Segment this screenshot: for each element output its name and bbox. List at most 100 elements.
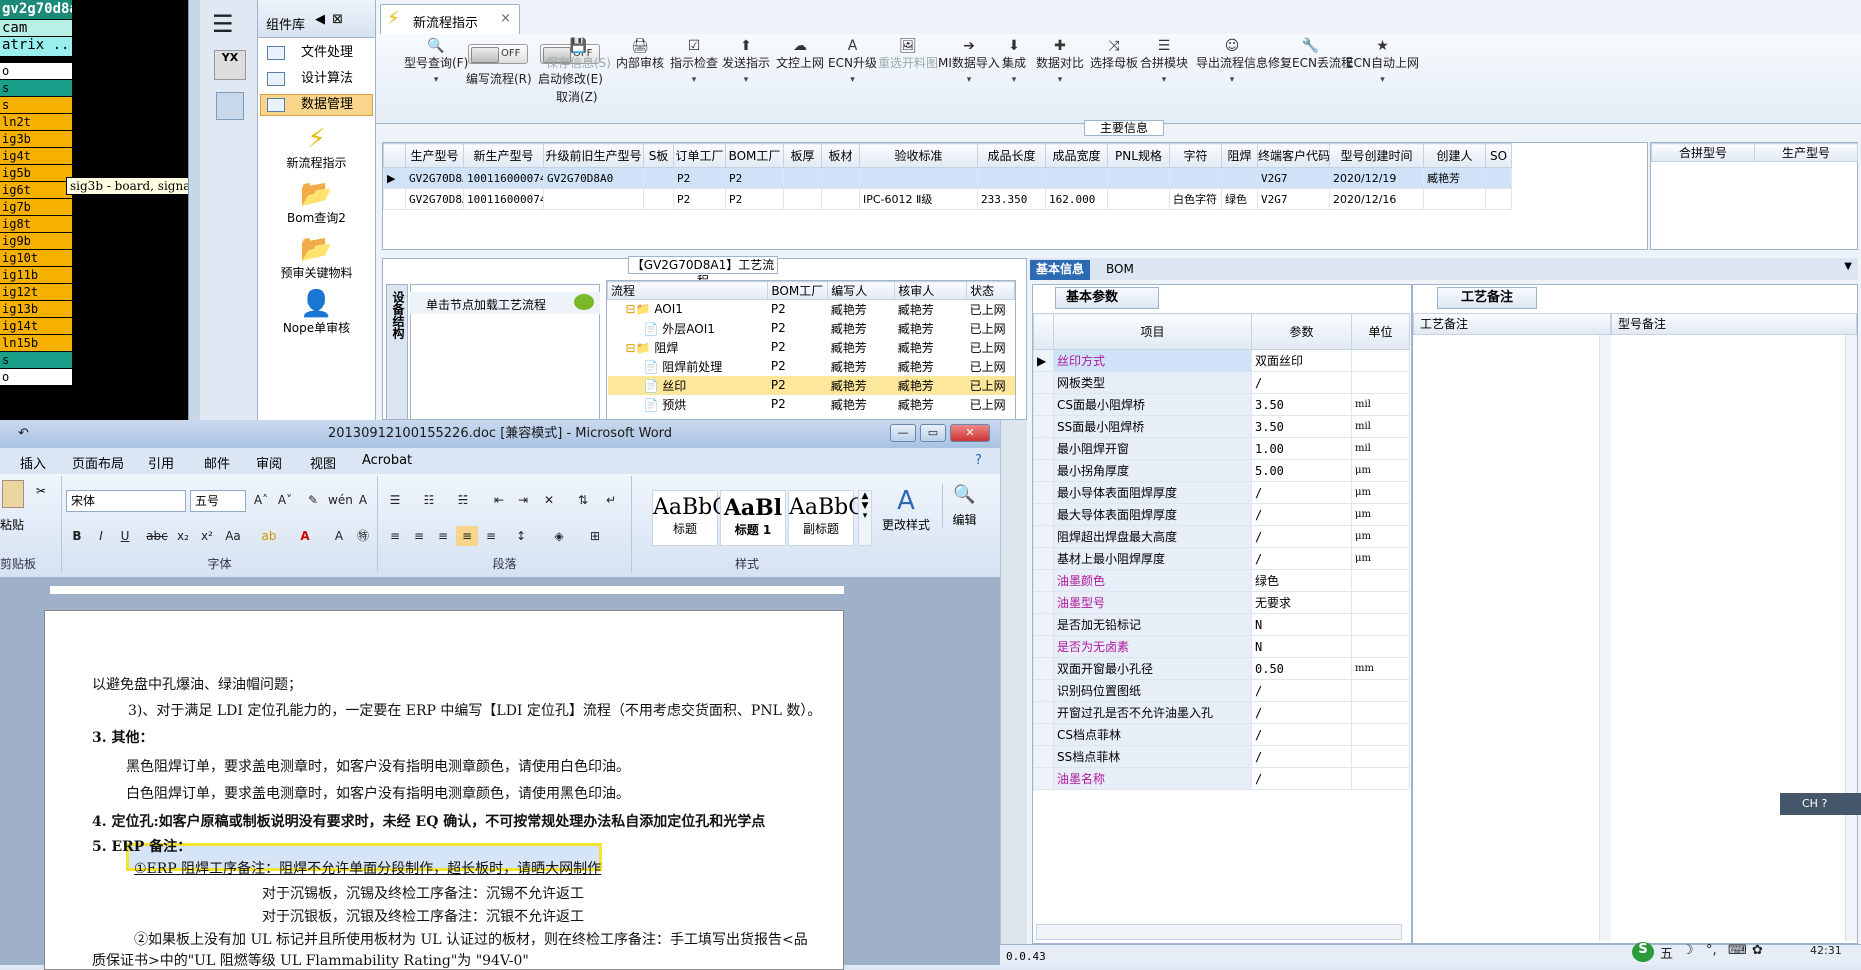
process-row[interactable]: ⊟📁 AOI1 P2 臧艳芳 臧艳芳 已上网	[608, 300, 1015, 319]
param-value[interactable]: /	[1251, 547, 1352, 570]
calculator-icon[interactable]	[216, 92, 244, 120]
menu-icon[interactable]: ☰	[212, 10, 234, 38]
process-row[interactable]: 📄 外层AOI1 P2 臧艳芳 臧艳芳 已上网	[608, 319, 1015, 338]
param-value[interactable]: 0.50	[1251, 657, 1352, 680]
grid-col[interactable]: 板厚	[783, 143, 822, 168]
row-selector[interactable]	[1033, 745, 1054, 768]
process-row[interactable]: 📄 阻焊前处理 P2 臧艳芳 臧艳芳 已上网	[608, 357, 1015, 376]
toolbar-button-0[interactable]: 🔍 型号查询(F) ▾	[404, 38, 468, 85]
row-selector[interactable]	[1033, 415, 1054, 438]
tab-basic-info[interactable]: 基本信息	[1030, 260, 1091, 280]
layer-item[interactable]: ig13b	[0, 301, 72, 318]
toolbar-button-11[interactable]: ⬇ 集成 ▾	[1002, 38, 1026, 85]
splitter[interactable]	[188, 0, 200, 420]
toolbar-button-12[interactable]: ✚ 数据对比 ▾	[1036, 38, 1084, 85]
layer-item[interactable]: ln15b	[0, 335, 72, 352]
undo-icon[interactable]: ↶	[18, 420, 29, 448]
complib-item-file[interactable]: 文件处理	[260, 42, 373, 64]
chevron-down-icon[interactable]: ▾	[670, 75, 718, 85]
font-color-button[interactable]: A	[294, 526, 316, 546]
shrink-font-button[interactable]: A˅	[274, 490, 296, 510]
param-value[interactable]: 1.00	[1251, 437, 1352, 460]
toolbar-button-14[interactable]: ☰ 合拼模块 ▾	[1140, 38, 1188, 85]
process-col[interactable]: 流程	[606, 281, 769, 300]
layer-item[interactable]: o	[0, 63, 72, 80]
complib-item-data[interactable]: 数据管理	[260, 94, 373, 116]
grow-font-button[interactable]: A˄	[250, 490, 272, 510]
help-icon[interactable]: ?	[1821, 797, 1827, 810]
doc-line[interactable]: ①ERP 阻焊工序备注：阻焊不允许单面分段制作，超长板时，请晒大网制作	[134, 858, 601, 878]
char-shade-button[interactable]: A	[328, 526, 350, 546]
params-col[interactable]: 项目	[1053, 313, 1252, 350]
layer-item[interactable]: ig9b	[0, 233, 72, 250]
chevron-down-icon[interactable]: ▼	[1844, 261, 1852, 272]
word-menu-2[interactable]: 引用	[148, 453, 174, 472]
param-value[interactable]: /	[1251, 723, 1352, 746]
param-value[interactable]: /	[1251, 503, 1352, 526]
nope-review-link[interactable]: 👤 Nope单审核	[258, 289, 375, 336]
layer-item[interactable]: ig4t	[0, 148, 72, 165]
grid-row[interactable]: GV2G70D8A010011600007434P2P2IPC-6012 Ⅱ级2…	[383, 188, 1512, 210]
sogou-icon[interactable]: S	[1632, 942, 1654, 962]
change-case-button[interactable]: Aa	[222, 526, 244, 546]
borders-button[interactable]: ⊞	[584, 526, 606, 546]
param-value[interactable]: 双面丝印	[1251, 349, 1352, 372]
row-selector[interactable]	[1033, 481, 1054, 504]
params-row[interactable]: 基材上最小阻焊厚度 / μm	[1033, 547, 1410, 570]
grid-col[interactable]: 板材	[821, 143, 860, 168]
clear-format-button[interactable]: ✎	[302, 490, 324, 510]
layer-item[interactable]: ig14t	[0, 318, 72, 335]
close-icon[interactable]: ×	[500, 11, 511, 26]
doc-line[interactable]: 3)、对于满足 LDI 定位孔能力的，一定要在 ERP 中编写【LDI 定位孔】…	[128, 700, 821, 720]
params-row[interactable]: CS档点菲林 /	[1033, 723, 1410, 746]
doc-line[interactable]: 4. 定位孔:如客户原稿或制板说明没有要求时，未经 EQ 确认，不可按常规处理办…	[92, 811, 765, 831]
params-col[interactable]: 单位	[1351, 313, 1410, 350]
doc-line[interactable]: 白色阻焊订单，要求盖电测章时，如客户没有指明电测章颜色，请使用黑色印油。	[126, 783, 630, 803]
row-selector[interactable]	[1033, 525, 1054, 548]
params-row[interactable]: 最小拐角厚度 5.00 μm	[1033, 459, 1410, 482]
layer-item[interactable]: s	[0, 80, 72, 97]
word-menu-0[interactable]: 插入	[20, 453, 46, 472]
params-row[interactable]: 网板类型 /	[1033, 371, 1410, 394]
grid-col[interactable]: PNL规格	[1107, 143, 1170, 168]
align-left-button[interactable]: ≡	[384, 526, 406, 546]
close-button[interactable]: ✕	[950, 424, 990, 442]
doc-line[interactable]: 以避免盘中孔爆油、绿油帽问题；	[92, 674, 302, 694]
params-row[interactable]: 识别码位置图纸 /	[1033, 679, 1410, 702]
process-col[interactable]: 编写人	[827, 281, 896, 300]
grid-col[interactable]: 成品宽度	[1045, 143, 1108, 168]
moon-icon[interactable]: ☽	[1682, 943, 1694, 958]
process-col[interactable]: 核审人	[894, 281, 968, 300]
chinese-layout-button[interactable]: ✕	[538, 490, 560, 510]
craft-notes-tab[interactable]: 工艺备注	[1437, 287, 1537, 309]
params-row[interactable]: 油墨型号 无要求	[1033, 591, 1410, 614]
doc-line[interactable]: 质保证书>中的"UL 阻燃等级 UL Flammability Rating"为…	[92, 950, 529, 970]
layer-item[interactable]: s	[0, 352, 72, 369]
params-row[interactable]: 油墨颜色 绿色	[1033, 569, 1410, 592]
layer-item[interactable]: ig11b	[0, 267, 72, 284]
layer-item[interactable]: ig5b	[0, 165, 72, 182]
grid-col[interactable]: 订单工厂	[673, 143, 726, 168]
row-selector[interactable]	[1033, 635, 1054, 658]
grid-col[interactable]: 终端客户代码	[1257, 143, 1330, 168]
chevron-down-icon[interactable]: ▾	[1196, 75, 1268, 85]
chevron-down-icon[interactable]: ▾	[722, 75, 770, 85]
row-selector[interactable]: ▶	[383, 167, 406, 189]
doc-line[interactable]: 对于沉银板，沉银及终检工序备注：沉银不允许返工	[262, 906, 584, 926]
paste-label[interactable]: 粘贴	[0, 516, 24, 533]
params-row[interactable]: 最小阻焊开窗 1.00 mil	[1033, 437, 1410, 460]
bold-button[interactable]: B	[66, 526, 88, 546]
param-value[interactable]: 3.50	[1251, 415, 1352, 438]
style-subtitle[interactable]: AaBbC 副标题	[788, 490, 865, 546]
row-selector[interactable]: ▶	[1033, 349, 1054, 372]
row-selector[interactable]	[1033, 701, 1054, 724]
subscript-button[interactable]: x₂	[172, 526, 194, 546]
layer-item[interactable]: ig10t	[0, 250, 72, 267]
matrix-button[interactable]: atrix ...	[0, 37, 72, 57]
shading-button[interactable]: ◈	[548, 526, 570, 546]
phonetic-button[interactable]: wén	[328, 490, 353, 510]
layer-item[interactable]: o	[0, 369, 72, 386]
italic-button[interactable]: I	[90, 526, 112, 546]
show-marks-button[interactable]: ↵	[600, 490, 622, 510]
cut-icon[interactable]: ✂	[36, 484, 46, 498]
